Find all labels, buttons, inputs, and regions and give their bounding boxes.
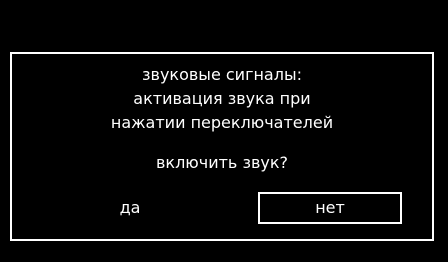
message-line: нажатии переключателей — [110, 113, 334, 132]
dialog-message: звуковые сигналы: активация звука при на… — [12, 63, 432, 135]
message-line: звуковые сигналы: — [142, 65, 302, 84]
yes-option[interactable]: да — [102, 192, 158, 224]
dialog-question: включить звук? — [155, 153, 289, 172]
no-option-selected[interactable]: нет — [258, 192, 402, 224]
message-line: активация звука при — [133, 89, 311, 108]
sound-confirm-dialog: звуковые сигналы: активация звука при на… — [10, 52, 434, 241]
